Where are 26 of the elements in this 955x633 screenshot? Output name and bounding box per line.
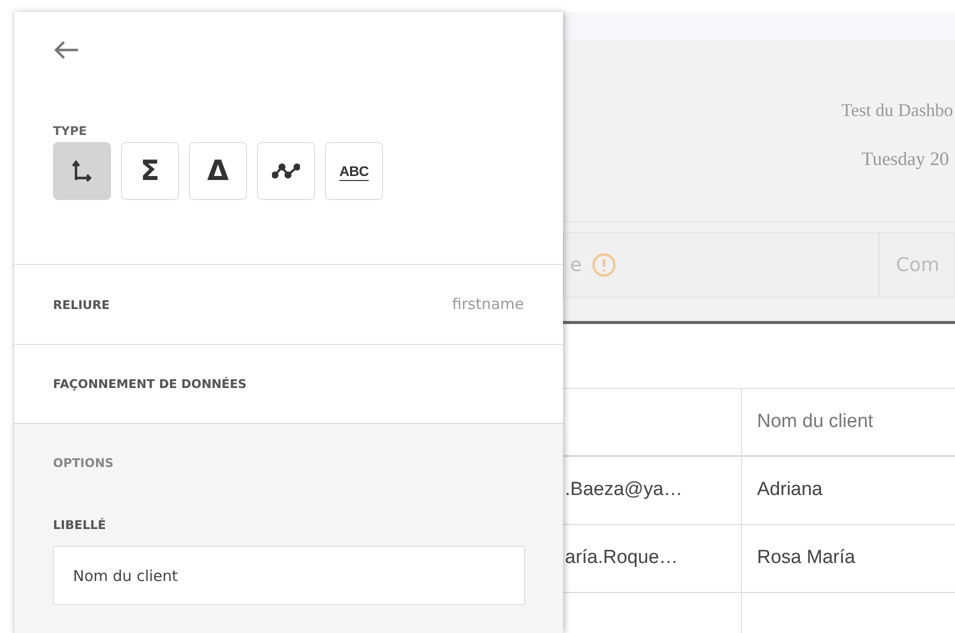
warning-icon (592, 252, 616, 277)
dashboard-title: Test du Dashbo (841, 98, 953, 122)
binding-value: firstname (452, 294, 524, 316)
dashboard-date: Tuesday 20 (862, 148, 949, 172)
type-button[interactable] (257, 142, 315, 200)
type-button[interactable]: Δ (189, 142, 247, 200)
table-cell-text: Rosa María (757, 546, 856, 570)
type-button[interactable] (53, 142, 111, 200)
type-label: TYPE (53, 123, 88, 140)
table-cell-text: aría.Roque… (565, 546, 678, 570)
column-header: Nom du client (757, 410, 874, 434)
line-chart-icon (272, 163, 300, 179)
axes-arrow-icon (72, 160, 92, 182)
label-input-field[interactable]: Nom du client (53, 546, 525, 605)
table-cell-text: Adriana (757, 478, 822, 502)
back-arrow-icon[interactable] (53, 40, 79, 60)
symbol-glyph: Σ (140, 157, 160, 185)
options-title: OPTIONS (53, 455, 115, 472)
label-field-label: LIBELLÉ (53, 516, 107, 534)
type-button[interactable]: ABC (325, 142, 383, 200)
table-cell-text: .Baeza@ya… (565, 478, 683, 502)
type-button[interactable]: Σ (121, 142, 179, 200)
symbol-glyph: Δ (207, 157, 229, 185)
text-type-label: ABC (339, 162, 369, 180)
binding-label: RELIURE (53, 296, 110, 314)
data-shaping-label: FAÇONNEMENT DE DONNÉES (53, 376, 247, 393)
